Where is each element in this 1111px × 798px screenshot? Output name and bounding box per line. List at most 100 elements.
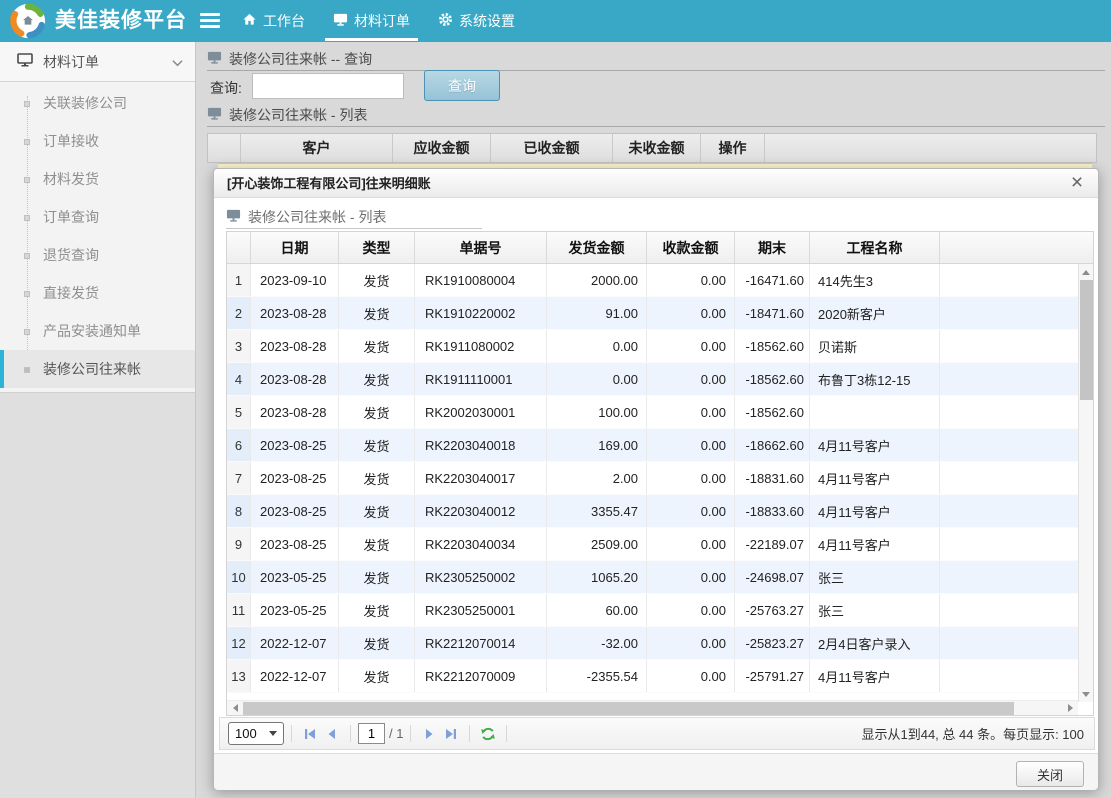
table-cell: 0.00: [647, 297, 735, 329]
table-cell: 发货: [339, 264, 415, 296]
table-cell: 414先生3: [810, 264, 940, 296]
top-navbar: 美佳装修平台 工作台 材料订单 系统设置: [0, 0, 1111, 42]
next-page-button[interactable]: [420, 725, 438, 743]
table-row[interactable]: 32023-08-28发货RK19110800020.000.00-18562.…: [227, 330, 1078, 363]
column-header[interactable]: 单据号: [415, 232, 547, 263]
column-header[interactable]: 收款金额: [647, 232, 735, 263]
table-cell: -25763.27: [735, 594, 810, 626]
table-cell: [940, 495, 1078, 527]
nav-tab-workbench[interactable]: 工作台: [228, 0, 319, 42]
table-cell: RK2203040034: [415, 528, 547, 560]
table-cell: [940, 396, 1078, 428]
table-row[interactable]: 122022-12-07发货RK2212070014-32.000.00-258…: [227, 627, 1078, 660]
horizontal-scrollbar-thumb[interactable]: [243, 702, 1014, 715]
column-header[interactable]: [208, 134, 241, 162]
scroll-left-icon[interactable]: [228, 701, 242, 715]
table-row[interactable]: 132022-12-07发货RK2212070009-2355.540.00-2…: [227, 660, 1078, 693]
column-header[interactable]: 应收金额: [393, 134, 491, 162]
page-number-input[interactable]: [358, 723, 385, 744]
sidebar-item[interactable]: 装修公司往来帐: [0, 350, 195, 388]
sidebar-item[interactable]: 产品安装通知单: [0, 312, 195, 350]
menu-toggle-icon[interactable]: [200, 13, 220, 31]
sidebar-item-label: 产品安装通知单: [43, 321, 141, 341]
first-page-button[interactable]: [301, 725, 319, 743]
scroll-right-icon[interactable]: [1063, 701, 1077, 715]
column-header[interactable]: 期末: [735, 232, 810, 263]
sidebar-item-label: 关联装修公司: [43, 93, 127, 113]
table-row[interactable]: 42023-08-28发货RK19111100010.000.00-18562.…: [227, 363, 1078, 396]
table-row[interactable]: 92023-08-25发货RK22030400342509.000.00-221…: [227, 528, 1078, 561]
table-cell: RK2212070014: [415, 627, 547, 659]
column-header[interactable]: 操作: [701, 134, 765, 162]
refresh-icon[interactable]: [479, 725, 497, 743]
horizontal-scrollbar[interactable]: [227, 700, 1078, 715]
column-header[interactable]: 类型: [339, 232, 415, 263]
sidebar-item[interactable]: 材料发货: [0, 160, 195, 198]
table-cell: 1: [227, 264, 251, 296]
scroll-up-icon[interactable]: [1079, 265, 1093, 279]
dialog-titlebar[interactable]: [开心装饰工程有限公司]往来明细账 ×: [214, 169, 1098, 198]
vertical-scrollbar-thumb[interactable]: [1080, 280, 1093, 400]
sidebar-item[interactable]: 订单查询: [0, 198, 195, 236]
scroll-down-icon[interactable]: [1079, 687, 1093, 701]
table-cell: 发货: [339, 528, 415, 560]
column-header[interactable]: [227, 232, 251, 263]
column-header[interactable]: 工程名称: [810, 232, 940, 263]
table-cell: -2355.54: [547, 660, 647, 692]
table-row[interactable]: 82023-08-25发货RK22030400123355.470.00-188…: [227, 495, 1078, 528]
column-header[interactable]: 未收金额: [613, 134, 701, 162]
table-cell: 2000.00: [547, 264, 647, 296]
bullet-icon: [24, 291, 30, 297]
query-input[interactable]: [252, 73, 404, 99]
sidebar-group-material-orders[interactable]: 材料订单: [0, 42, 195, 82]
page-size-select[interactable]: 100: [228, 722, 284, 745]
table-cell: 2.00: [547, 462, 647, 494]
nav-tab-material-orders[interactable]: 材料订单: [319, 0, 424, 42]
table-cell: 2023-08-25: [251, 495, 339, 527]
column-header[interactable]: 日期: [251, 232, 339, 263]
sidebar-item-label: 装修公司往来帐: [43, 359, 141, 379]
table-row[interactable]: 72023-08-25发货RK22030400172.000.00-18831.…: [227, 462, 1078, 495]
sidebar-item[interactable]: 订单接收: [0, 122, 195, 160]
table-cell: 4月11号客户: [810, 660, 940, 692]
column-header[interactable]: 已收金额: [491, 134, 613, 162]
close-button[interactable]: 关闭: [1016, 761, 1084, 787]
bullet-icon: [24, 101, 30, 107]
table-row[interactable]: 12023-09-10发货RK19100800042000.000.00-164…: [227, 264, 1078, 297]
last-page-button[interactable]: [442, 725, 460, 743]
table-cell: RK1911110001: [415, 363, 547, 395]
table-cell: [940, 462, 1078, 494]
prev-page-button[interactable]: [323, 725, 341, 743]
table-cell: 0.00: [547, 330, 647, 362]
close-icon[interactable]: ×: [1066, 170, 1088, 196]
table-row[interactable]: 102023-05-25发货RK23052500021065.200.00-24…: [227, 561, 1078, 594]
table-cell: 12: [227, 627, 251, 659]
column-header[interactable]: [765, 134, 1096, 162]
column-header[interactable]: [940, 232, 1093, 263]
table-cell: 2023-08-25: [251, 429, 339, 461]
main-content: 装修公司往来帐 -- 查询 查询: 查询 装修公司往来帐 - 列表 客户应收金额…: [196, 42, 1111, 798]
table-cell: [940, 627, 1078, 659]
table-cell: 100.00: [547, 396, 647, 428]
table-cell: -18562.60: [735, 396, 810, 428]
table-cell: 2509.00: [547, 528, 647, 560]
query-button[interactable]: 查询: [424, 70, 500, 101]
table-row[interactable]: 62023-08-25发货RK2203040018169.000.00-1866…: [227, 429, 1078, 462]
sidebar: 材料订单 关联装修公司订单接收材料发货订单查询退货查询直接发货产品安装通知单装修…: [0, 42, 196, 798]
table-row[interactable]: 112023-05-25发货RK230525000160.000.00-2576…: [227, 594, 1078, 627]
table-cell: -18562.60: [735, 363, 810, 395]
table-cell: 0.00: [647, 495, 735, 527]
column-header[interactable]: 客户: [241, 134, 393, 162]
vertical-scrollbar[interactable]: [1078, 264, 1093, 702]
sidebar-item-label: 订单接收: [43, 131, 99, 151]
sidebar-item[interactable]: 直接发货: [0, 274, 195, 312]
nav-tab-system-settings[interactable]: 系统设置: [424, 0, 529, 42]
table-row[interactable]: 22023-08-28发货RK191022000291.000.00-18471…: [227, 297, 1078, 330]
table-row[interactable]: 52023-08-28发货RK2002030001100.000.00-1856…: [227, 396, 1078, 429]
table-cell: 2023-08-25: [251, 462, 339, 494]
sidebar-item[interactable]: 关联装修公司: [0, 84, 195, 122]
dialog-footer: 关闭: [214, 753, 1098, 790]
bullet-icon: [24, 367, 30, 373]
column-header[interactable]: 发货金额: [547, 232, 647, 263]
sidebar-item[interactable]: 退货查询: [0, 236, 195, 274]
